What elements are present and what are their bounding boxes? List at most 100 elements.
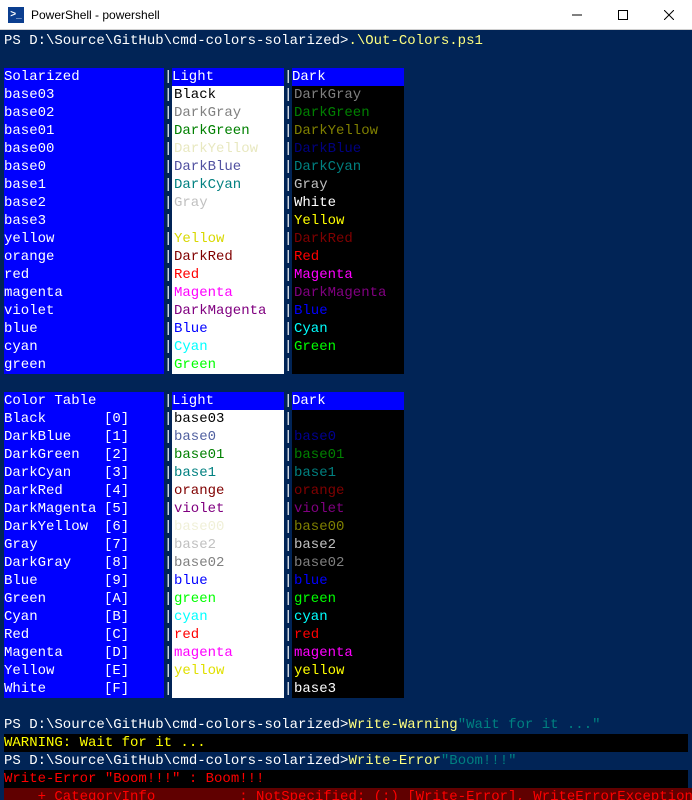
light-cell: yellow — [172, 662, 284, 680]
light-cell — [172, 680, 284, 698]
table-row: Red[C] |red |red — [4, 626, 688, 644]
solarized-table: Solarized |Light |Dark base03 |Black |Da… — [4, 68, 688, 374]
table-row: base1 |DarkCyan |Gray — [4, 176, 688, 194]
table-row: Magenta[D] |magenta |magenta — [4, 644, 688, 662]
table-row: White[F] | |base3 — [4, 680, 688, 698]
light-cell: blue — [172, 572, 284, 590]
prompt-line: PS D:\Source\GitHub\cmd-colors-solarized… — [4, 32, 688, 50]
table-row: blue |Blue |Cyan — [4, 320, 688, 338]
dark-cell: DarkYellow — [292, 122, 404, 140]
light-cell: cyan — [172, 608, 284, 626]
prompt-path: PS D:\Source\GitHub\cmd-colors-solarized… — [4, 32, 348, 50]
command-text: Write-Warning — [348, 716, 457, 734]
table-row: Gray[7] |base2 |base2 — [4, 536, 688, 554]
table-row: cyan |Cyan |Green — [4, 338, 688, 356]
light-cell: red — [172, 626, 284, 644]
light-cell: Red — [172, 266, 284, 284]
command-text: Write-Error — [348, 752, 440, 770]
table-header: Solarized — [4, 68, 164, 86]
table-row: magenta |Magenta |DarkMagenta — [4, 284, 688, 302]
dark-cell: cyan — [292, 608, 404, 626]
table-row: DarkYellow[6] |base00 |base00 — [4, 518, 688, 536]
table-row: Cyan[B] |cyan |cyan — [4, 608, 688, 626]
table-row: base0 |DarkBlue |DarkCyan — [4, 158, 688, 176]
table-row: base00 |DarkYellow |DarkBlue — [4, 140, 688, 158]
dark-cell: Cyan — [292, 320, 404, 338]
dark-cell: DarkRed — [292, 230, 404, 248]
dark-cell — [292, 410, 404, 428]
separator: | — [284, 68, 292, 86]
table-header: Light — [172, 392, 284, 410]
table-row: DarkBlue[1] |base0 |base0 — [4, 428, 688, 446]
dark-cell: violet — [292, 500, 404, 518]
warning-output: WARNING: Wait for it ... — [4, 734, 688, 752]
dark-cell: magenta — [292, 644, 404, 662]
table-row: DarkCyan[3] |base1 |base1 — [4, 464, 688, 482]
prompt-line: PS D:\Source\GitHub\cmd-colors-solarized… — [4, 752, 688, 770]
light-cell: Green — [172, 356, 284, 374]
light-cell: base01 — [172, 446, 284, 464]
titlebar: >_ PowerShell - powershell — [0, 0, 692, 30]
separator: | — [284, 392, 292, 410]
dark-cell — [292, 356, 404, 374]
dark-cell: DarkGray — [292, 86, 404, 104]
dark-cell: base00 — [292, 518, 404, 536]
dark-cell: Magenta — [292, 266, 404, 284]
prompt-line: PS D:\Source\GitHub\cmd-colors-solarized… — [4, 716, 688, 734]
dark-cell: base3 — [292, 680, 404, 698]
table-header: Color Table — [4, 392, 164, 410]
terminal[interactable]: PS D:\Source\GitHub\cmd-colors-solarized… — [0, 30, 692, 800]
light-cell: orange — [172, 482, 284, 500]
light-cell: DarkMagenta — [172, 302, 284, 320]
light-cell: Blue — [172, 320, 284, 338]
minimize-button[interactable] — [554, 0, 600, 30]
command-arg: "Wait for it ..." — [458, 716, 601, 734]
close-button[interactable] — [646, 0, 692, 30]
dark-cell: base2 — [292, 536, 404, 554]
table-row: DarkGreen[2] |base01 |base01 — [4, 446, 688, 464]
dark-cell: green — [292, 590, 404, 608]
table-header: Light — [172, 68, 284, 86]
light-cell: Yellow — [172, 230, 284, 248]
light-cell: Black — [172, 86, 284, 104]
light-cell: DarkYellow — [172, 140, 284, 158]
light-cell: DarkCyan — [172, 176, 284, 194]
dark-cell: orange — [292, 482, 404, 500]
dark-cell: blue — [292, 572, 404, 590]
table-row: DarkRed[4] |orange |orange — [4, 482, 688, 500]
light-cell: base00 — [172, 518, 284, 536]
dark-cell: DarkCyan — [292, 158, 404, 176]
table-row: green |Green | — [4, 356, 688, 374]
light-cell: DarkBlue — [172, 158, 284, 176]
maximize-button[interactable] — [600, 0, 646, 30]
table-row: base02 |DarkGray |DarkGreen — [4, 104, 688, 122]
separator: | — [164, 392, 172, 410]
dark-cell: red — [292, 626, 404, 644]
light-cell: green — [172, 590, 284, 608]
window-title: PowerShell - powershell — [31, 6, 554, 24]
light-cell: DarkGray — [172, 104, 284, 122]
dark-cell: Red — [292, 248, 404, 266]
table-row: Black[0] |base03 | — [4, 410, 688, 428]
table-header: Dark — [292, 68, 404, 86]
command-text: .\Out-Colors.ps1 — [348, 32, 482, 50]
dark-cell: yellow — [292, 662, 404, 680]
command-arg: "Boom!!!" — [441, 752, 517, 770]
separator: | — [164, 68, 172, 86]
light-cell: DarkRed — [172, 248, 284, 266]
table-row: red |Red |Magenta — [4, 266, 688, 284]
dark-cell: DarkGreen — [292, 104, 404, 122]
table-row: orange |DarkRed |Red — [4, 248, 688, 266]
table-row: base03 |Black |DarkGray — [4, 86, 688, 104]
table-row: base01 |DarkGreen |DarkYellow — [4, 122, 688, 140]
light-cell: Gray — [172, 194, 284, 212]
dark-cell: Yellow — [292, 212, 404, 230]
dark-cell: Green — [292, 338, 404, 356]
table-row: violet |DarkMagenta |Blue — [4, 302, 688, 320]
light-cell: base02 — [172, 554, 284, 572]
table-row: DarkMagenta[5] |violet |violet — [4, 500, 688, 518]
error-output: + CategoryInfo : NotSpecified: (:) [Writ… — [4, 788, 688, 800]
dark-cell: White — [292, 194, 404, 212]
light-cell: DarkGreen — [172, 122, 284, 140]
light-cell: base03 — [172, 410, 284, 428]
